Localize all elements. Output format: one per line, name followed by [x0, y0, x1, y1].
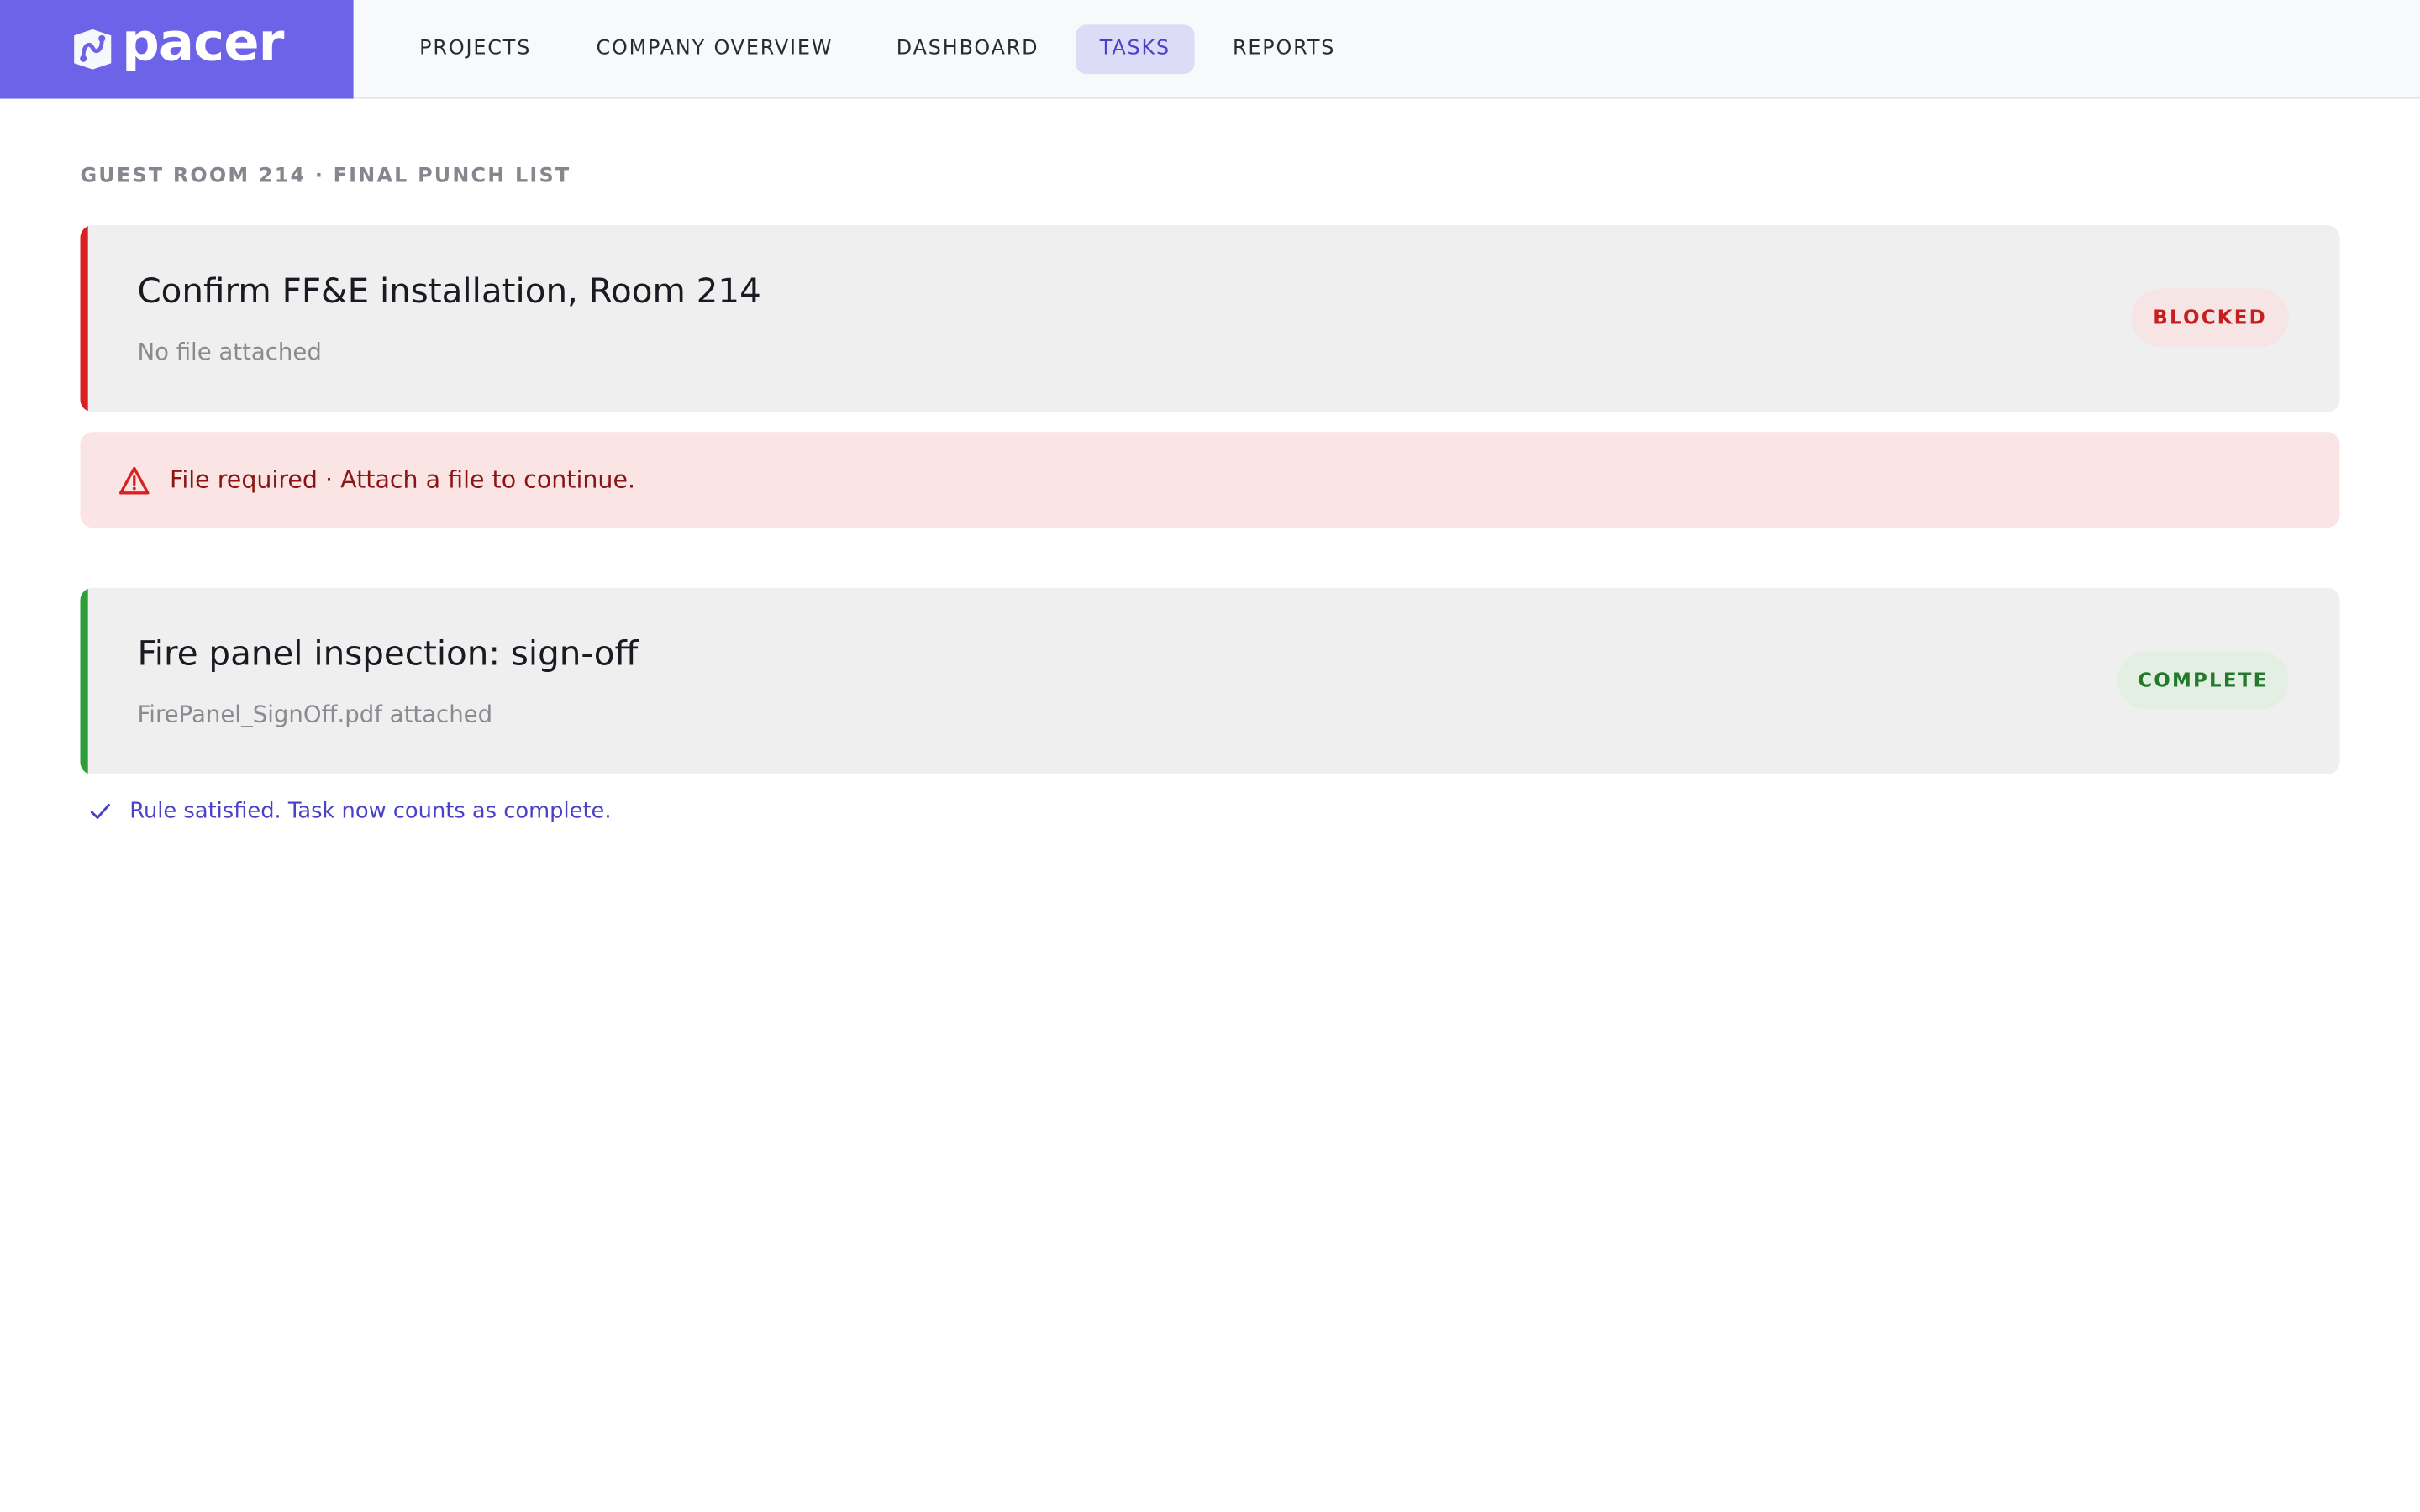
- nav-tab-company-overview[interactable]: COMPANY OVERVIEW: [577, 24, 852, 74]
- status-edge-blocked: [80, 225, 88, 412]
- warning-triangle-icon: [118, 466, 150, 495]
- success-text: Rule satisfied. Task now counts as compl…: [129, 799, 612, 824]
- app-root: pacer PROJECTS COMPANY OVERVIEW DASHBOAR…: [0, 0, 2420, 1512]
- nav-tab-tasks[interactable]: TASKS: [1076, 24, 1195, 75]
- nav-tab-projects[interactable]: PROJECTS: [400, 24, 551, 74]
- brand-name: pacer: [122, 12, 284, 75]
- status-badge-complete: COMPLETE: [2117, 651, 2289, 710]
- task-title: Fire panel inspection: sign-off: [137, 635, 639, 675]
- page-section-title: GUEST ROOM 214 · FINAL PUNCH LIST: [80, 165, 571, 189]
- task-attachment-status: FirePanel_SignOff.pdf attached: [137, 700, 493, 728]
- status-badge-blocked: BLOCKED: [2131, 288, 2289, 348]
- checkmark-icon: [90, 803, 110, 819]
- task-card[interactable]: Fire panel inspection: sign-off FirePane…: [80, 587, 2340, 775]
- nav-tab-reports[interactable]: REPORTS: [1216, 24, 1352, 74]
- task-card[interactable]: Confirm FF&E installation, Room 214 No f…: [80, 225, 2340, 412]
- task-title: Confirm FF&E installation, Room 214: [137, 273, 761, 312]
- pacer-logo-icon: [74, 29, 112, 70]
- brand-logo[interactable]: pacer: [0, 0, 354, 99]
- status-edge-complete: [80, 587, 88, 775]
- file-required-alert: File required · Attach a file to continu…: [80, 432, 2340, 528]
- top-navigation-bar: pacer PROJECTS COMPANY OVERVIEW DASHBOAR…: [0, 0, 2420, 99]
- nav-tab-dashboard[interactable]: DASHBOARD: [880, 24, 1055, 74]
- alert-message: File required · Attach a file to continu…: [170, 465, 636, 494]
- task-attachment-status: No file attached: [137, 338, 322, 366]
